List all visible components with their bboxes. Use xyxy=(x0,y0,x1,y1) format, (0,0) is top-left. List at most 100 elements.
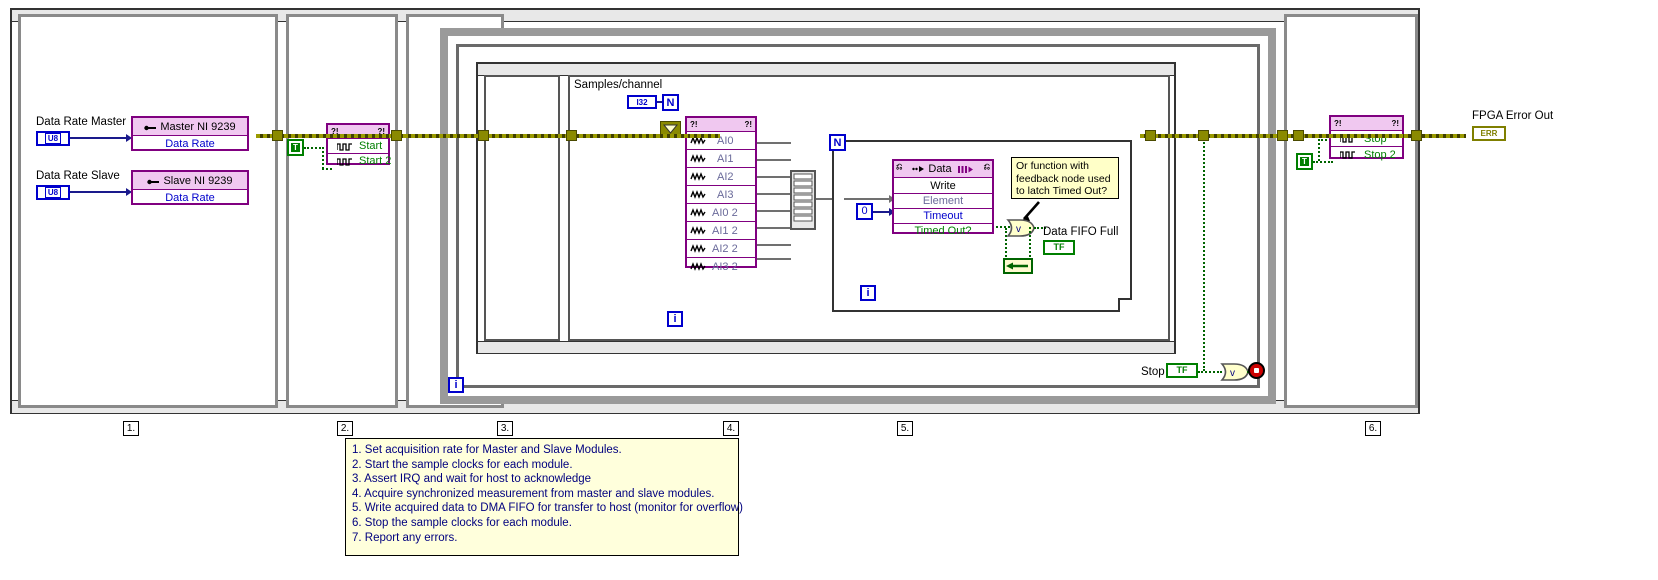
fpga-error-out-value: ERR xyxy=(1480,129,1498,138)
stop-node-corner-right: ?! xyxy=(1391,118,1399,128)
error-tunnel-8 xyxy=(1293,130,1304,141)
stop-control-terminal[interactable]: TF xyxy=(1166,363,1198,378)
ai-node-corner-right: ?! xyxy=(744,119,752,129)
ai-channel-label: AI2 xyxy=(717,170,734,183)
master-ni9239-property-node[interactable]: Master NI 9239 Data Rate xyxy=(131,116,249,151)
ai-channel-label: AI0 2 xyxy=(712,206,738,219)
clock-icon xyxy=(337,158,352,166)
or-comment-line-2: feedback node used xyxy=(1016,172,1111,185)
dma-fifo-write-node[interactable]: ⎌ Data ⎌ Write Element Timeout Timed Out… xyxy=(892,159,994,237)
frame2-true-constant[interactable]: T xyxy=(287,139,304,156)
or-gate[interactable]: v xyxy=(1006,218,1036,238)
frame6-true-constant[interactable]: T xyxy=(1296,153,1313,170)
ai-channel-row[interactable]: AI3 xyxy=(687,186,755,204)
doc-line: 6. Stop the sample clocks for each modul… xyxy=(352,516,572,529)
feedback-arrow-icon xyxy=(1006,262,1028,270)
doc-line: 4. Acquire synchronized measurement from… xyxy=(352,487,715,500)
error-tunnel-7 xyxy=(1277,130,1288,141)
clock-icon xyxy=(337,143,352,151)
ai-channel-row[interactable]: AI0 2 xyxy=(687,204,755,222)
stop-node-header: ?! ?! xyxy=(1331,117,1402,131)
fifo-row-write[interactable]: Write xyxy=(894,178,992,194)
svg-text:v: v xyxy=(1230,368,1235,379)
wire-master-datarate xyxy=(70,137,128,139)
samples-per-channel-label: Samples/channel xyxy=(574,79,663,91)
start-clocks-node[interactable]: ?! ?! Start Start 2 xyxy=(326,123,391,168)
slave-node-property: Data Rate xyxy=(165,191,215,204)
error-tunnel-1 xyxy=(272,130,283,141)
wire-frame2-bool-lower xyxy=(322,168,332,170)
for-loop-count-n: N xyxy=(662,94,679,111)
fifo-row-timedout[interactable]: Timed Out? xyxy=(894,224,992,238)
or-comment-line-3: to latch Timed Out? xyxy=(1016,185,1108,197)
frame-6-stop-clocks xyxy=(1284,14,1418,408)
ai-out-wire-5 xyxy=(757,227,791,229)
fifo-row-element[interactable]: Element xyxy=(894,194,992,209)
or-comment-line-1: Or function with xyxy=(1016,160,1089,172)
fifo-in-icon xyxy=(912,166,925,172)
wire-frame6-bool xyxy=(1313,161,1333,163)
stop-control-label: Stop xyxy=(1141,366,1165,378)
stop-label-2: Stop 2 xyxy=(1364,148,1396,161)
doc-line: 7. Report any errors. xyxy=(352,531,458,544)
loop-stop-condition-button[interactable] xyxy=(1248,362,1265,379)
frame-4-number: 4. xyxy=(723,421,739,436)
data-rate-master-terminal: U8 xyxy=(36,131,70,146)
error-tunnel-6 xyxy=(1198,130,1209,141)
stop-row-2[interactable]: Stop 2 xyxy=(1331,147,1402,162)
ai-out-wire-1 xyxy=(757,159,791,161)
wire-stop-to-or xyxy=(1198,371,1222,373)
wire-frame2-bool xyxy=(304,147,324,149)
ai-channel-row[interactable]: AI3 2 xyxy=(687,258,755,275)
ai-channel-label: AI1 xyxy=(717,152,734,165)
error-tunnel-3 xyxy=(478,130,489,141)
fifo-write-label: Write xyxy=(930,179,956,192)
master-node-property-row[interactable]: Data Rate xyxy=(133,136,247,151)
waveform-icon xyxy=(690,226,706,235)
frame-2-start-clocks xyxy=(286,14,398,408)
fifo-timeout-label: Timeout xyxy=(923,210,963,222)
documentation-comment-box: 1. Set acquisition rate for Master and S… xyxy=(345,438,743,556)
data-fifo-full-indicator: TF xyxy=(1043,240,1075,255)
waveform-icon xyxy=(690,154,706,163)
start-row-2[interactable]: Start 2 xyxy=(328,154,391,168)
data-fifo-full-value: TF xyxy=(1053,242,1065,252)
ai-channel-label: AI3 xyxy=(717,188,734,201)
build-cluster-array-node[interactable] xyxy=(790,170,816,230)
stop-or-gate[interactable]: v xyxy=(1220,362,1250,382)
slave-ni9239-property-node[interactable]: Slave NI 9239 Data Rate xyxy=(131,170,249,205)
slave-node-property-row[interactable]: Data Rate xyxy=(133,190,247,205)
ai-out-wire-0 xyxy=(757,142,791,144)
ai-node-header: ?! ?! xyxy=(687,118,755,132)
error-wire-seg-3 xyxy=(690,134,720,138)
error-tunnel-9 xyxy=(1411,130,1422,141)
svg-text:v: v xyxy=(1016,224,1021,235)
data-fifo-full-label: Data FIFO Full xyxy=(1043,226,1119,238)
wire-frame2-bool-branch xyxy=(322,147,324,169)
ai-channel-row[interactable]: AI2 2 xyxy=(687,240,755,258)
for-loop-bottom-band xyxy=(478,341,1174,353)
waveform-icon xyxy=(690,190,706,199)
ai-channel-label: AI2 2 xyxy=(712,242,738,255)
start-row-1[interactable]: Start xyxy=(328,139,388,154)
samples-i32-constant[interactable]: I32 xyxy=(627,95,657,109)
ai-subframe xyxy=(484,75,560,341)
analog-input-node[interactable]: ?! ?! AI0 AI1 AI2 AI3 AI0 2 AI1 2 AI2 2 … xyxy=(685,116,757,273)
wire-element-in xyxy=(844,198,892,200)
wire-fifofull-down-to-stop xyxy=(1203,135,1205,371)
ai-channel-row[interactable]: AI2 xyxy=(687,168,755,186)
ai-channel-row[interactable]: AI1 2 xyxy=(687,222,755,240)
doc-line: 3. Assert IRQ and wait for host to ackno… xyxy=(352,473,592,486)
fifo-loop-count-n: N xyxy=(829,134,846,151)
bundle-icon xyxy=(793,173,813,222)
error-tunnel-2 xyxy=(391,130,402,141)
doc-line: 1. Set acquisition rate for Master and S… xyxy=(352,444,622,456)
feedback-node[interactable] xyxy=(1003,258,1033,274)
fifo-timeout-constant[interactable]: 0 xyxy=(856,203,873,220)
ai-channel-label: AI1 2 xyxy=(712,224,738,237)
stop-control-value: TF xyxy=(1176,365,1188,375)
fifo-row-timeout[interactable]: Timeout xyxy=(894,209,992,224)
ai-channel-row[interactable]: AI1 xyxy=(687,150,755,168)
fifo-timedout-label: Timed Out? xyxy=(914,225,972,237)
master-node-title-row: Master NI 9239 xyxy=(133,118,247,136)
